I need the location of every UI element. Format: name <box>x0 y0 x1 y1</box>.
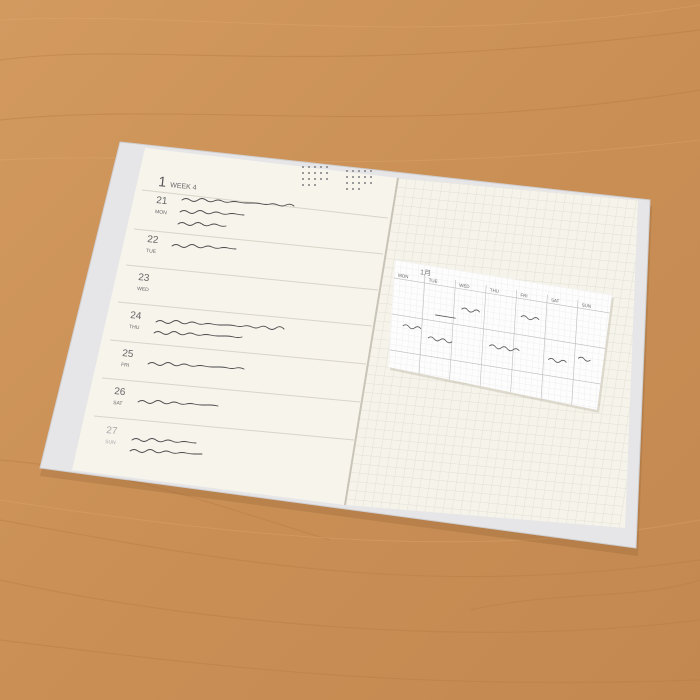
day-date: 22 <box>147 234 160 246</box>
day-date: 27 <box>106 425 119 437</box>
day-date: 24 <box>130 310 143 322</box>
day-name: MON <box>155 209 168 216</box>
day-name: THU <box>129 324 140 331</box>
day-name: TUE <box>146 248 157 255</box>
day-name: WED <box>137 286 150 293</box>
day-name: SAT <box>113 400 123 407</box>
day-date: 23 <box>138 272 151 284</box>
day-name: SUN <box>105 439 117 446</box>
day-date: 21 <box>156 195 169 207</box>
day-name: FRI <box>121 362 130 369</box>
day-date: 26 <box>114 386 127 398</box>
day-date: 25 <box>122 348 135 360</box>
photo-canvas: 1 WEEK 4 21 MON 22 TUE 23 WED 24 THU 25 … <box>0 0 700 700</box>
photo-scene: 1 WEEK 4 21 MON 22 TUE 23 WED 24 THU 25 … <box>0 0 700 700</box>
